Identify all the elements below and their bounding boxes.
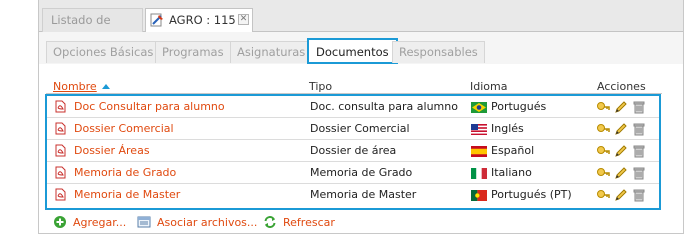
- edit-pencil-icon[interactable]: [614, 166, 628, 180]
- trash-icon[interactable]: [632, 100, 646, 114]
- area-detail-panel: Listado de Áreas AGRO : 115 ✕ Opciones B…: [38, 0, 684, 234]
- attach-files-icon[interactable]: [137, 215, 151, 229]
- trash-icon[interactable]: [632, 122, 646, 136]
- trash-icon[interactable]: [632, 188, 646, 202]
- table-row: Dossier Áreas Dossier de área Español: [47, 140, 659, 162]
- tools-icon: [150, 13, 163, 27]
- document-rows: Doc Consultar para alumno Doc. consulta …: [45, 94, 661, 210]
- top-tab-bar: Listado de Áreas AGRO : 115 ✕: [39, 0, 683, 49]
- edit-pencil-icon[interactable]: [614, 122, 628, 136]
- sort-ascending-icon: [101, 84, 110, 89]
- brazil-flag-icon: [471, 102, 487, 113]
- document-name-link[interactable]: Memoria de Master: [74, 188, 180, 201]
- pdf-file-icon: [55, 100, 66, 113]
- trash-icon[interactable]: [632, 166, 646, 180]
- table-row: Memoria de Grado Memoria de Grado Italia…: [47, 162, 659, 184]
- tab-responsables[interactable]: Responsables: [392, 41, 485, 63]
- pdf-file-icon: [55, 122, 66, 135]
- tab-agro-label: AGRO : 115: [169, 13, 236, 27]
- column-header-acciones: Acciones: [597, 80, 646, 93]
- usa-flag-icon: [471, 124, 487, 135]
- table-row: Memoria de Master Memoria de Master Port…: [47, 184, 659, 206]
- spain-flag-icon: [471, 146, 487, 157]
- tab-agro[interactable]: AGRO : 115 ✕: [145, 8, 253, 33]
- tab-opciones-basicas[interactable]: Opciones Básicas: [46, 41, 161, 63]
- close-tab-icon[interactable]: ✕: [238, 14, 249, 25]
- trash-icon[interactable]: [632, 144, 646, 158]
- edit-pencil-icon[interactable]: [614, 100, 628, 114]
- key-icon[interactable]: [596, 144, 610, 158]
- column-nombre-label: Nombre: [53, 80, 97, 93]
- document-language: Español: [491, 144, 535, 157]
- document-language: Italiano: [491, 166, 532, 179]
- document-type: Dossier de área: [310, 144, 397, 157]
- pdf-file-icon: [55, 188, 66, 201]
- italy-flag-icon: [471, 168, 487, 179]
- sub-tab-bar: Opciones Básicas Programas Asignaturas D…: [39, 32, 683, 64]
- refresh-button[interactable]: Refrescar: [283, 216, 335, 229]
- tab-asignaturas[interactable]: Asignaturas: [230, 41, 313, 63]
- key-icon[interactable]: [596, 100, 610, 114]
- key-icon[interactable]: [596, 188, 610, 202]
- bottom-toolbar: Agregar... Asociar archivos... Refrescar: [53, 212, 673, 232]
- document-type: Dossier Comercial: [310, 122, 410, 135]
- attach-files-button[interactable]: Asociar archivos...: [157, 216, 257, 229]
- table-row: Doc Consultar para alumno Doc. consulta …: [47, 96, 659, 118]
- refresh-icon[interactable]: [263, 215, 277, 229]
- column-header-idioma: Idioma: [470, 80, 508, 93]
- edit-pencil-icon[interactable]: [614, 144, 628, 158]
- add-button[interactable]: Agregar...: [73, 216, 126, 229]
- document-name-link[interactable]: Dossier Áreas: [74, 144, 150, 157]
- document-name-link[interactable]: Doc Consultar para alumno: [74, 100, 225, 113]
- key-icon[interactable]: [596, 122, 610, 136]
- column-header-tipo: Tipo: [309, 80, 333, 93]
- tab-documentos[interactable]: Documentos: [307, 38, 398, 64]
- table-row: Dossier Comercial Dossier Comercial Ingl…: [47, 118, 659, 140]
- document-language: Inglés: [491, 122, 524, 135]
- edit-pencil-icon[interactable]: [614, 188, 628, 202]
- pdf-file-icon: [55, 166, 66, 179]
- key-icon[interactable]: [596, 166, 610, 180]
- add-circle-icon[interactable]: [53, 215, 67, 229]
- table-header: Nombre Tipo Idioma Acciones: [46, 80, 662, 94]
- column-header-nombre[interactable]: Nombre: [53, 80, 110, 93]
- tab-listado-areas[interactable]: Listado de Áreas: [42, 8, 143, 49]
- document-type: Memoria de Master: [310, 188, 417, 201]
- document-name-link[interactable]: Dossier Comercial: [74, 122, 174, 135]
- document-type: Memoria de Grado: [310, 166, 413, 179]
- pdf-file-icon: [55, 144, 66, 157]
- document-name-link[interactable]: Memoria de Grado: [74, 166, 176, 179]
- document-type: Doc. consulta para alumno: [310, 100, 458, 113]
- portugal-flag-icon: [471, 190, 487, 201]
- document-language: Portugués (PT): [491, 188, 572, 201]
- document-language: Portugués: [491, 100, 547, 113]
- tab-programas[interactable]: Programas: [155, 41, 231, 63]
